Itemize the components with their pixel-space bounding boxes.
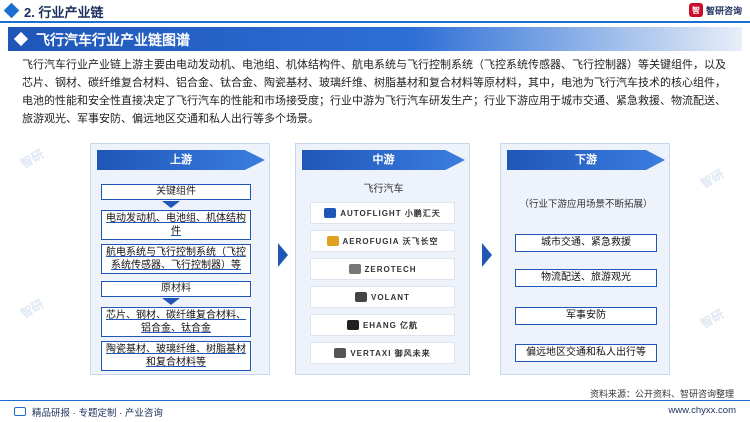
midstream-label: 飞行汽车 — [363, 184, 404, 195]
section-title: 2. 行业产业链 — [24, 5, 104, 20]
brand-name: 智研咨询 — [705, 5, 742, 16]
company-logo: AUTOFLIGHT 小鹏汇天 — [310, 202, 455, 224]
midstream-column: 中游 飞行汽车 AUTOFLIGHT 小鹏汇天 AEROFUGIA 沃飞长空 Z… — [295, 143, 470, 375]
logo-mark-icon — [348, 264, 361, 274]
watermark: 智研 — [698, 166, 727, 191]
logo-mark-icon — [346, 320, 359, 330]
logo-mark-icon — [355, 292, 368, 302]
header-divider — [0, 21, 750, 23]
upstream-column: 上游 关键组件 电动发动机、电池组、机体结构件 航电系统与飞行控制系统（飞控系统… — [90, 143, 270, 375]
materials-title: 原材料 — [101, 281, 251, 297]
top-bar: 2. 行业产业链 智 智研咨询 — [0, 0, 750, 23]
company-logo: VERTAXI 御风未来 — [310, 342, 455, 364]
key-components-title: 关键组件 — [101, 184, 251, 200]
brand: 智 智研咨询 — [688, 3, 742, 17]
upstream-item: 陶瓷基材、玻璃纤维、树脂基材和复合材料等 — [101, 341, 251, 371]
company-logo: EHANG 亿航 — [310, 314, 455, 336]
logo-mark-icon — [326, 236, 339, 246]
footer: 精品研报 · 专题定制 · 产业咨询 www.chyxx.com — [0, 400, 750, 422]
company-logo-text: VOLANT — [371, 292, 410, 302]
downstream-item: 物流配送、旅游观光 — [515, 269, 657, 287]
company-logo-text: AEROFUGIA 沃飞长空 — [342, 236, 439, 246]
down-arrow-icon — [162, 298, 180, 305]
downstream-heading: 下游 — [507, 150, 665, 170]
logo-mark-icon — [334, 348, 347, 358]
company-logo: AEROFUGIA 沃飞长空 — [310, 230, 455, 252]
company-logo-text: AUTOFLIGHT 小鹏汇天 — [340, 208, 441, 218]
upstream-item: 航电系统与飞行控制系统（飞控系统传感器、飞行控制器）等 — [101, 244, 251, 274]
watermark: 智研 — [698, 306, 727, 331]
downstream-item: 偏远地区交通和私人出行等 — [515, 344, 657, 362]
midstream-heading: 中游 — [302, 150, 465, 170]
downstream-item: 城市交通、紧急救援 — [515, 234, 657, 252]
company-logo: VOLANT — [310, 286, 455, 308]
watermark: 智研 — [18, 146, 47, 171]
downstream-note: （行业下游应用场景不断拓展） — [519, 199, 653, 210]
upstream-item: 芯片、钢材、碳纤维复合材料、铝合金、钛合金 — [101, 307, 251, 337]
title-banner: 飞行汽车行业产业链图谱 — [8, 27, 742, 51]
down-arrow-icon — [162, 201, 180, 208]
source-note: 资料来源：公开资料、智研咨询整理 — [589, 389, 734, 399]
company-logo-text: ZEROTECH — [364, 264, 417, 274]
upstream-item: 电动发动机、电池组、机体结构件 — [101, 210, 251, 240]
logo-mark-icon — [324, 208, 337, 218]
footer-tagline: 精品研报 · 专题定制 · 产业咨询 — [32, 408, 163, 419]
chevron-right-icon — [278, 243, 288, 267]
upstream-heading: 上游 — [97, 150, 265, 170]
banner-diamond-icon — [13, 31, 29, 47]
description-paragraph: 飞行汽车行业产业链上游主要由电动发动机、电池组、机体结构件、航电系统与飞行控制系… — [22, 59, 726, 125]
industry-chain-diagram: 上游 关键组件 电动发动机、电池组、机体结构件 航电系统与飞行控制系统（飞控系统… — [90, 143, 670, 378]
report-icon — [14, 407, 26, 416]
section-diamond-icon — [3, 2, 20, 19]
company-logo: ZEROTECH — [310, 258, 455, 280]
company-logo-text: EHANG 亿航 — [362, 320, 419, 330]
chevron-right-icon — [482, 243, 492, 267]
watermark: 智研 — [18, 296, 47, 321]
page-title: 飞行汽车行业产业链图谱 — [36, 32, 190, 48]
downstream-column: 下游 （行业下游应用场景不断拓展） 城市交通、紧急救援 物流配送、旅游观光 军事… — [500, 143, 670, 375]
brand-logo-icon: 智 — [688, 3, 703, 17]
downstream-item: 军事安防 — [515, 307, 657, 325]
company-logo-text: VERTAXI 御风未来 — [350, 348, 431, 358]
footer-website-link[interactable]: www.chyxx.com — [668, 405, 736, 416]
